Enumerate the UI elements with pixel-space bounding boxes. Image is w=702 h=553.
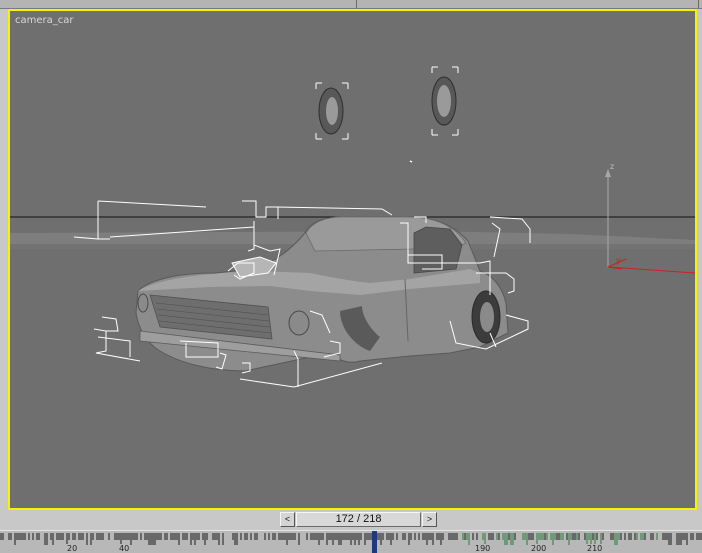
top-toolbar-edge bbox=[0, 0, 702, 9]
detached-wheel-right[interactable] bbox=[431, 66, 459, 136]
toolbar-separator bbox=[356, 0, 357, 8]
track-bar[interactable]: 20 40 190 200 210 bbox=[0, 530, 702, 553]
axis-y-label: y bbox=[616, 256, 621, 265]
track-label: 20 bbox=[66, 544, 79, 553]
max-application: z y camera_car < 172 / 218 > 20 40 190 2… bbox=[0, 0, 702, 553]
camera-viewport[interactable]: z y camera_car bbox=[8, 9, 697, 510]
track-label: 40 bbox=[118, 544, 131, 553]
selection-dot bbox=[409, 160, 413, 163]
axis-z-label: z bbox=[610, 162, 614, 171]
car-rear-rim bbox=[480, 302, 494, 332]
viewport-scene: z y bbox=[10, 66, 695, 388]
current-frame-marker bbox=[372, 531, 377, 553]
toolbar-separator bbox=[698, 0, 699, 8]
next-frame-button[interactable]: > bbox=[422, 512, 437, 527]
viewport-title[interactable]: camera_car bbox=[15, 15, 74, 26]
car-headlight-left bbox=[137, 293, 149, 313]
prev-frame-button[interactable]: < bbox=[280, 512, 295, 527]
detached-wheel-left[interactable] bbox=[315, 82, 349, 140]
time-slider[interactable]: < 172 / 218 > bbox=[280, 512, 437, 528]
time-slider-thumb[interactable]: 172 / 218 bbox=[296, 512, 421, 527]
track-label: 210 bbox=[586, 544, 604, 553]
track-label: 190 bbox=[474, 544, 492, 553]
car-headlight-right bbox=[288, 310, 310, 336]
track-label: 200 bbox=[530, 544, 548, 553]
